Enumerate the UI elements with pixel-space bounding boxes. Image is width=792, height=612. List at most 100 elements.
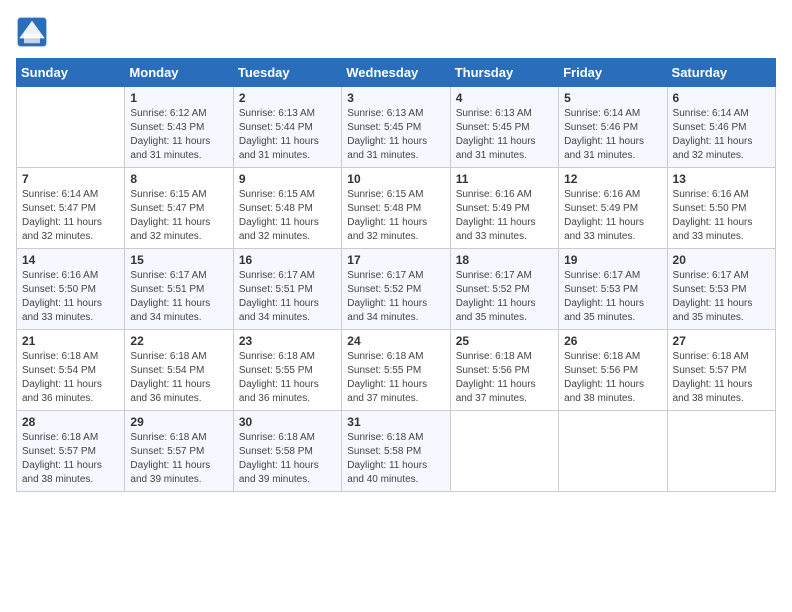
calendar-cell: 3 Sunrise: 6:13 AMSunset: 5:45 PMDaylight… bbox=[342, 87, 450, 168]
day-number: 11 bbox=[456, 172, 553, 186]
header-cell-friday: Friday bbox=[559, 59, 667, 87]
day-number: 14 bbox=[22, 253, 119, 267]
calendar-cell: 20 Sunrise: 6:17 AMSunset: 5:53 PMDayligh… bbox=[667, 249, 775, 330]
calendar-cell: 26 Sunrise: 6:18 AMSunset: 5:56 PMDayligh… bbox=[559, 330, 667, 411]
cell-content: Sunrise: 6:18 AMSunset: 5:57 PMDaylight:… bbox=[130, 431, 227, 487]
calendar-cell: 12Sunrise: 6:16 AMSunset: 5:49 PMDayligh… bbox=[559, 168, 667, 249]
week-row-1: 1 Sunrise: 6:12 AMSunset: 5:43 PMDaylight… bbox=[17, 87, 776, 168]
cell-content: Sunrise: 6:12 AMSunset: 5:43 PMDaylight:… bbox=[130, 107, 227, 163]
calendar-cell: 29 Sunrise: 6:18 AMSunset: 5:57 PMDayligh… bbox=[125, 411, 233, 492]
calendar-cell: 11 Sunrise: 6:16 AMSunset: 5:49 PMDayligh… bbox=[450, 168, 558, 249]
calendar-cell: 4 Sunrise: 6:13 AMSunset: 5:45 PMDaylight… bbox=[450, 87, 558, 168]
page-header bbox=[16, 16, 776, 48]
cell-content: Sunrise: 6:14 AMSunset: 5:47 PMDaylight:… bbox=[22, 188, 119, 244]
cell-content: Sunrise: 6:16 AMSunset: 5:50 PMDaylight:… bbox=[673, 188, 770, 244]
cell-content: Sunrise: 6:18 AMSunset: 5:57 PMDaylight:… bbox=[673, 350, 770, 406]
cell-content: Sunrise: 6:18 AMSunset: 5:58 PMDaylight:… bbox=[347, 431, 444, 487]
header-cell-thursday: Thursday bbox=[450, 59, 558, 87]
cell-content: Sunrise: 6:15 AMSunset: 5:48 PMDaylight:… bbox=[239, 188, 336, 244]
calendar-cell: 5 Sunrise: 6:14 AMSunset: 5:46 PMDaylight… bbox=[559, 87, 667, 168]
calendar-cell: 18Sunrise: 6:17 AMSunset: 5:52 PMDayligh… bbox=[450, 249, 558, 330]
calendar-cell: 23Sunrise: 6:18 AMSunset: 5:55 PMDayligh… bbox=[233, 330, 341, 411]
cell-content: Sunrise: 6:13 AMSunset: 5:44 PMDaylight:… bbox=[239, 107, 336, 163]
calendar-cell: 19Sunrise: 6:17 AMSunset: 5:53 PMDayligh… bbox=[559, 249, 667, 330]
calendar-cell: 28 Sunrise: 6:18 AMSunset: 5:57 PMDayligh… bbox=[17, 411, 125, 492]
calendar-cell: 21 Sunrise: 6:18 AMSunset: 5:54 PMDayligh… bbox=[17, 330, 125, 411]
day-number: 18 bbox=[456, 253, 553, 267]
day-number: 25 bbox=[456, 334, 553, 348]
day-number: 15 bbox=[130, 253, 227, 267]
calendar-cell: 16Sunrise: 6:17 AMSunset: 5:51 PMDayligh… bbox=[233, 249, 341, 330]
cell-content: Sunrise: 6:13 AMSunset: 5:45 PMDaylight:… bbox=[456, 107, 553, 163]
calendar-cell: 2Sunrise: 6:13 AMSunset: 5:44 PMDaylight… bbox=[233, 87, 341, 168]
calendar-header: SundayMondayTuesdayWednesdayThursdayFrid… bbox=[17, 59, 776, 87]
cell-content: Sunrise: 6:18 AMSunset: 5:56 PMDaylight:… bbox=[456, 350, 553, 406]
calendar-cell bbox=[559, 411, 667, 492]
day-number: 22 bbox=[130, 334, 227, 348]
cell-content: Sunrise: 6:18 AMSunset: 5:55 PMDaylight:… bbox=[347, 350, 444, 406]
week-row-3: 14 Sunrise: 6:16 AMSunset: 5:50 PMDayligh… bbox=[17, 249, 776, 330]
calendar-cell: 9 Sunrise: 6:15 AMSunset: 5:48 PMDaylight… bbox=[233, 168, 341, 249]
day-number: 3 bbox=[347, 91, 444, 105]
calendar-cell: 13 Sunrise: 6:16 AMSunset: 5:50 PMDayligh… bbox=[667, 168, 775, 249]
header-cell-sunday: Sunday bbox=[17, 59, 125, 87]
calendar-cell: 17Sunrise: 6:17 AMSunset: 5:52 PMDayligh… bbox=[342, 249, 450, 330]
cell-content: Sunrise: 6:17 AMSunset: 5:53 PMDaylight:… bbox=[673, 269, 770, 325]
cell-content: Sunrise: 6:18 AMSunset: 5:56 PMDaylight:… bbox=[564, 350, 661, 406]
header-cell-monday: Monday bbox=[125, 59, 233, 87]
calendar-cell: 1 Sunrise: 6:12 AMSunset: 5:43 PMDaylight… bbox=[125, 87, 233, 168]
calendar-cell: 30Sunrise: 6:18 AMSunset: 5:58 PMDayligh… bbox=[233, 411, 341, 492]
calendar-cell: 14 Sunrise: 6:16 AMSunset: 5:50 PMDayligh… bbox=[17, 249, 125, 330]
calendar-cell: 8 Sunrise: 6:15 AMSunset: 5:47 PMDaylight… bbox=[125, 168, 233, 249]
cell-content: Sunrise: 6:17 AMSunset: 5:53 PMDaylight:… bbox=[564, 269, 661, 325]
cell-content: Sunrise: 6:18 AMSunset: 5:58 PMDaylight:… bbox=[239, 431, 336, 487]
day-number: 1 bbox=[130, 91, 227, 105]
cell-content: Sunrise: 6:13 AMSunset: 5:45 PMDaylight:… bbox=[347, 107, 444, 163]
cell-content: Sunrise: 6:14 AMSunset: 5:46 PMDaylight:… bbox=[673, 107, 770, 163]
calendar-cell bbox=[17, 87, 125, 168]
cell-content: Sunrise: 6:18 AMSunset: 5:54 PMDaylight:… bbox=[130, 350, 227, 406]
day-number: 9 bbox=[239, 172, 336, 186]
day-number: 31 bbox=[347, 415, 444, 429]
calendar-cell: 31 Sunrise: 6:18 AMSunset: 5:58 PMDayligh… bbox=[342, 411, 450, 492]
cell-content: Sunrise: 6:17 AMSunset: 5:51 PMDaylight:… bbox=[130, 269, 227, 325]
day-number: 16 bbox=[239, 253, 336, 267]
week-row-2: 7 Sunrise: 6:14 AMSunset: 5:47 PMDaylight… bbox=[17, 168, 776, 249]
day-number: 10 bbox=[347, 172, 444, 186]
header-cell-tuesday: Tuesday bbox=[233, 59, 341, 87]
calendar-body: 1 Sunrise: 6:12 AMSunset: 5:43 PMDaylight… bbox=[17, 87, 776, 492]
day-number: 27 bbox=[673, 334, 770, 348]
week-row-5: 28 Sunrise: 6:18 AMSunset: 5:57 PMDayligh… bbox=[17, 411, 776, 492]
calendar-cell: 22 Sunrise: 6:18 AMSunset: 5:54 PMDayligh… bbox=[125, 330, 233, 411]
calendar-cell: 24Sunrise: 6:18 AMSunset: 5:55 PMDayligh… bbox=[342, 330, 450, 411]
calendar-table: SundayMondayTuesdayWednesdayThursdayFrid… bbox=[16, 58, 776, 492]
calendar-cell: 15 Sunrise: 6:17 AMSunset: 5:51 PMDayligh… bbox=[125, 249, 233, 330]
day-number: 21 bbox=[22, 334, 119, 348]
cell-content: Sunrise: 6:16 AMSunset: 5:49 PMDaylight:… bbox=[456, 188, 553, 244]
day-number: 4 bbox=[456, 91, 553, 105]
calendar-cell: 27 Sunrise: 6:18 AMSunset: 5:57 PMDayligh… bbox=[667, 330, 775, 411]
week-row-4: 21 Sunrise: 6:18 AMSunset: 5:54 PMDayligh… bbox=[17, 330, 776, 411]
cell-content: Sunrise: 6:18 AMSunset: 5:54 PMDaylight:… bbox=[22, 350, 119, 406]
day-number: 12 bbox=[564, 172, 661, 186]
logo-icon bbox=[16, 16, 48, 48]
calendar-cell: 7 Sunrise: 6:14 AMSunset: 5:47 PMDaylight… bbox=[17, 168, 125, 249]
day-number: 7 bbox=[22, 172, 119, 186]
day-number: 20 bbox=[673, 253, 770, 267]
header-row: SundayMondayTuesdayWednesdayThursdayFrid… bbox=[17, 59, 776, 87]
cell-content: Sunrise: 6:15 AMSunset: 5:47 PMDaylight:… bbox=[130, 188, 227, 244]
day-number: 8 bbox=[130, 172, 227, 186]
logo bbox=[16, 16, 52, 48]
cell-content: Sunrise: 6:18 AMSunset: 5:57 PMDaylight:… bbox=[22, 431, 119, 487]
calendar-cell: 10 Sunrise: 6:15 AMSunset: 5:48 PMDayligh… bbox=[342, 168, 450, 249]
day-number: 26 bbox=[564, 334, 661, 348]
header-cell-saturday: Saturday bbox=[667, 59, 775, 87]
calendar-cell bbox=[450, 411, 558, 492]
day-number: 28 bbox=[22, 415, 119, 429]
cell-content: Sunrise: 6:14 AMSunset: 5:46 PMDaylight:… bbox=[564, 107, 661, 163]
cell-content: Sunrise: 6:16 AMSunset: 5:50 PMDaylight:… bbox=[22, 269, 119, 325]
day-number: 13 bbox=[673, 172, 770, 186]
cell-content: Sunrise: 6:15 AMSunset: 5:48 PMDaylight:… bbox=[347, 188, 444, 244]
day-number: 29 bbox=[130, 415, 227, 429]
day-number: 5 bbox=[564, 91, 661, 105]
